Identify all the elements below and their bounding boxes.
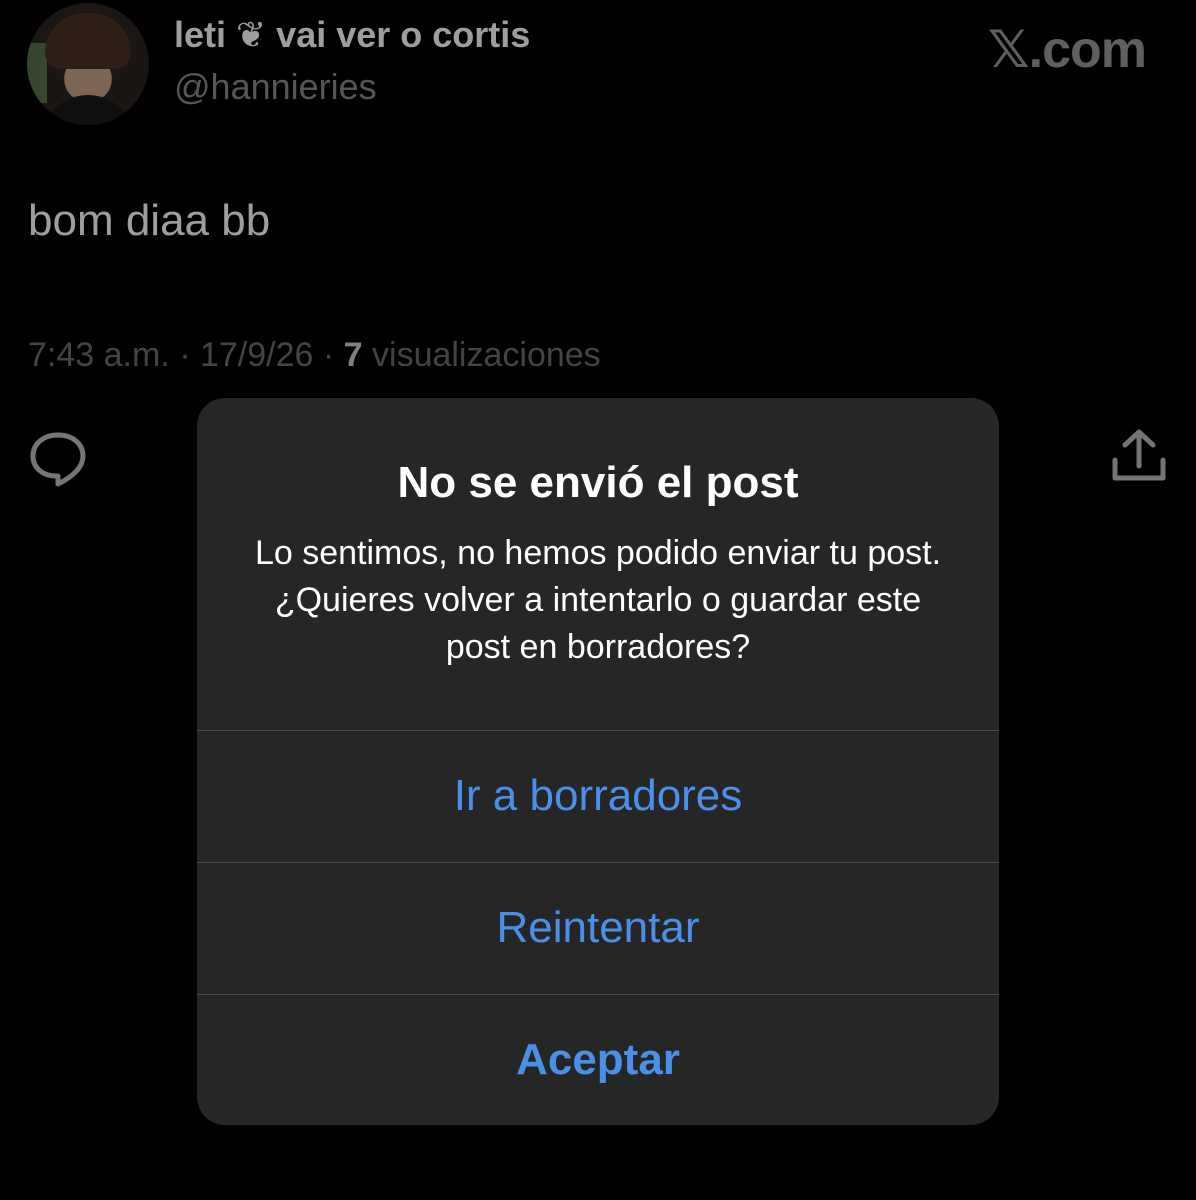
alert-message: Lo sentimos, no hemos podido enviar tu p… [254,534,942,666]
brand-logo: 𝕏.com [987,21,1147,79]
alert-title: No se envió el post [397,458,799,507]
go-to-drafts-button[interactable]: Ir a borradores [197,730,999,861]
views-label: visualizaciones [362,336,601,374]
tweet-time: 7:43 a.m. [28,336,170,374]
avatar-hair [45,13,131,69]
tweet-meta: 7:43 a.m. · 17/9/26 · 7 visualizaciones [28,336,601,375]
avatar-shirt [41,95,135,125]
tweet-text: bom diaa bb [28,196,271,245]
tweet-date: 17/9/26 [199,336,314,374]
accept-button[interactable]: Aceptar [197,994,999,1125]
views-count: 7 [343,336,363,374]
reply-bubble-icon[interactable] [28,428,88,488]
avatar[interactable] [27,3,149,125]
retry-button[interactable]: Reintentar [197,862,999,993]
display-name[interactable]: leti ❦ vai ver o cortis [174,14,530,56]
share-upload-icon[interactable] [1108,426,1170,486]
post-failed-alert: No se envió el post Lo sentimos, no hemo… [197,398,999,1125]
alert-header: No se envió el post Lo sentimos, no hemo… [197,398,999,730]
avatar-background [27,43,47,103]
meta-separator: · [169,336,200,374]
meta-separator: · [313,336,344,374]
user-handle[interactable]: @hannieries [174,66,377,108]
